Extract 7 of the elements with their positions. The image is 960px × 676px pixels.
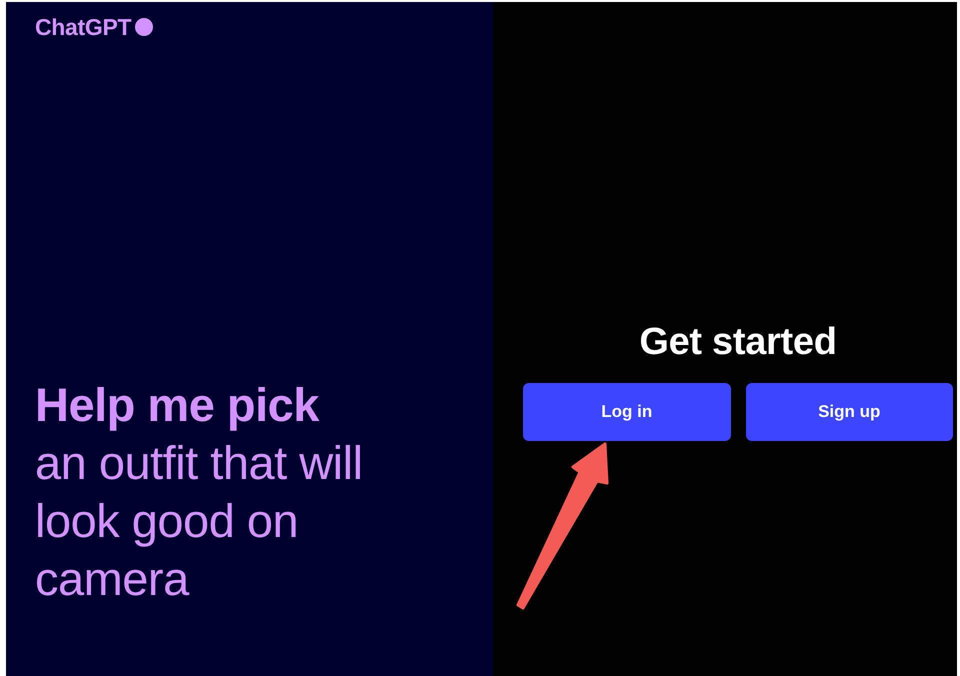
prompt-headline: Help me pick bbox=[35, 377, 320, 433]
prompt-text: an outfit that will look good on camera bbox=[35, 435, 364, 607]
get-started-heading: Get started bbox=[638, 320, 838, 364]
sign-up-button[interactable]: Sign up bbox=[746, 383, 953, 441]
dot-icon bbox=[135, 18, 154, 36]
logo-text: ChatGPT bbox=[35, 14, 132, 40]
log-in-button[interactable]: Log in bbox=[523, 383, 730, 441]
